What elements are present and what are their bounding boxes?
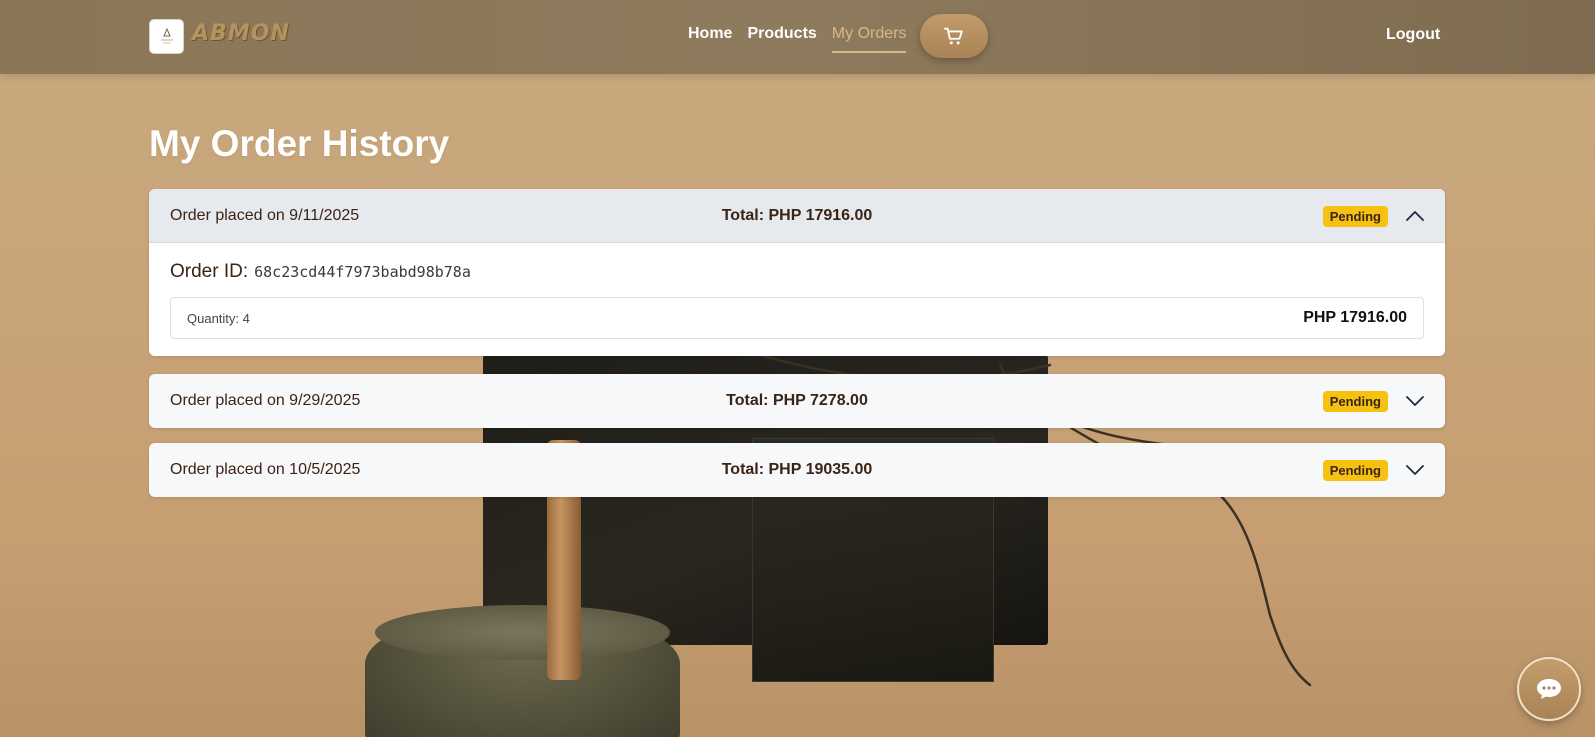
order-total: Total: PHP 17916.00: [721, 206, 873, 224]
order-header[interactable]: Order placed on 9/29/2025 Total: PHP 727…: [149, 374, 1445, 428]
order-header[interactable]: Order placed on 9/11/2025 Total: PHP 179…: [149, 189, 1445, 243]
brand-name[interactable]: ABMON: [192, 21, 290, 46]
navbar: ABMON Home Products My Orders Logout: [0, 0, 1595, 74]
page-title: My Order History: [149, 123, 450, 164]
order-header[interactable]: Order placed on 10/5/2025 Total: PHP 190…: [149, 443, 1445, 497]
order-card: Order placed on 9/11/2025 Total: PHP 179…: [149, 189, 1445, 356]
cart-icon: [943, 27, 963, 45]
nav-my-orders-link[interactable]: My Orders: [831, 25, 906, 53]
nav-products-link[interactable]: Products: [747, 25, 816, 49]
nav-home-link[interactable]: Home: [688, 25, 732, 49]
order-details: Order ID: 68c23cd44f7973babd98b78a Quant…: [149, 243, 1445, 356]
status-badge: Pending: [1322, 460, 1388, 481]
order-card: Order placed on 9/29/2025 Total: PHP 727…: [149, 374, 1445, 428]
logo-icon: [160, 27, 173, 43]
chat-button[interactable]: [1517, 657, 1581, 721]
nav-links: Home Products My Orders: [688, 25, 921, 53]
order-id-row: Order ID: 68c23cd44f7973babd98b78a: [170, 261, 1424, 283]
status-badge: Pending: [1322, 391, 1388, 412]
order-id-label: Order ID:: [170, 261, 249, 282]
order-card: Order placed on 10/5/2025 Total: PHP 190…: [149, 443, 1445, 497]
order-total: Total: PHP 19035.00: [721, 461, 873, 478]
order-item-row: Quantity: 4 PHP 17916.00: [170, 297, 1424, 339]
order-total: Total: PHP 7278.00: [726, 392, 868, 409]
background-scene: [0, 0, 1595, 737]
cart-button[interactable]: [920, 14, 988, 58]
order-id-value: 68c23cd44f7973babd98b78a: [254, 263, 471, 281]
status-badge: Pending: [1322, 206, 1388, 227]
chevron-down-icon[interactable]: [1406, 393, 1424, 409]
logout-link[interactable]: Logout: [1386, 26, 1440, 44]
chevron-up-icon[interactable]: [1406, 208, 1424, 224]
background-bowl-rim: [375, 605, 670, 660]
chat-bubble-icon: [1537, 679, 1561, 699]
item-price: PHP 17916.00: [1303, 309, 1407, 326]
logo[interactable]: [149, 19, 184, 54]
item-quantity: Quantity: 4: [187, 310, 250, 326]
chevron-down-icon[interactable]: [1406, 462, 1424, 478]
